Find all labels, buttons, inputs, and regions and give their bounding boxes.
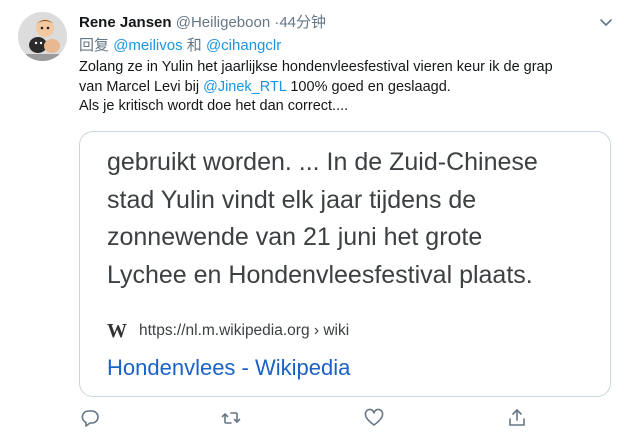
reply-mention-cihangclr[interactable]: @cihangclr xyxy=(206,37,281,54)
retweet-icon[interactable] xyxy=(220,407,242,429)
card-title[interactable]: Hondenvlees - Wikipedia xyxy=(107,354,350,382)
tweet-actions xyxy=(79,407,539,431)
reply-conjunction: 和 xyxy=(186,37,202,54)
card-snippet-line: stad Yulin vindt elk jaar tijdens de xyxy=(107,185,477,214)
author-name[interactable]: Rene Jansen xyxy=(79,14,172,31)
reply-mention-meilivos[interactable]: @meilivos xyxy=(113,37,182,54)
link-card[interactable]: gebruikt worden. ... In de Zuid-Chinese … xyxy=(79,131,611,397)
tweet-text-line: Als je kritisch wordt doe het dan correc… xyxy=(79,98,349,114)
share-icon[interactable] xyxy=(506,407,528,429)
card-snippet-line: zonnewende van 21 juni het grote xyxy=(107,223,483,251)
author-handle[interactable]: @Heiligeboon xyxy=(176,14,270,31)
chevron-down-icon[interactable] xyxy=(597,13,615,31)
tweet[interactable]: Rene Jansen @Heiligeboon ·44分钟 回复 @meili… xyxy=(0,0,624,439)
card-source-url: https://nl.m.wikipedia.org › wiki xyxy=(139,322,350,339)
wikipedia-logo-icon: W xyxy=(107,320,127,342)
card-snippet-line: gebruikt worden. ... In de Zuid-Chinese xyxy=(107,148,538,176)
tweet-header: Rene Jansen @Heiligeboon ·44分钟 xyxy=(79,13,326,33)
tweet-text-line: van Marcel Levi bij @Jinek_RTL 100% goed… xyxy=(79,78,614,98)
reply-prefix: 回复 xyxy=(79,37,110,54)
timestamp[interactable]: 44分钟 xyxy=(279,14,326,31)
mention-jinek-rtl[interactable]: @Jinek_RTL xyxy=(203,79,286,95)
avatar[interactable] xyxy=(18,12,67,61)
tweet-text: Zolang ze in Yulin het jaarlijkse honden… xyxy=(79,58,614,117)
cartoon-avatar-icon xyxy=(18,12,67,61)
reply-context: 回复 @meilivos 和 @cihangclr xyxy=(79,36,281,56)
reply-icon[interactable] xyxy=(79,407,101,429)
tweet-text-line: Zolang ze in Yulin het jaarlijkse honden… xyxy=(79,59,553,75)
card-snippet-line: Lychee en Hondenvleesfestival plaats. xyxy=(107,260,533,289)
tweet-text-segment: 100% goed en geslaagd. xyxy=(286,78,451,95)
card-snippet: gebruikt worden. ... In de Zuid-Chinese … xyxy=(107,144,607,294)
heart-icon[interactable] xyxy=(363,407,385,429)
tweet-text-segment: van Marcel Levi bij xyxy=(79,78,204,95)
card-source: Whttps://nl.m.wikipedia.org › wiki xyxy=(107,321,349,341)
